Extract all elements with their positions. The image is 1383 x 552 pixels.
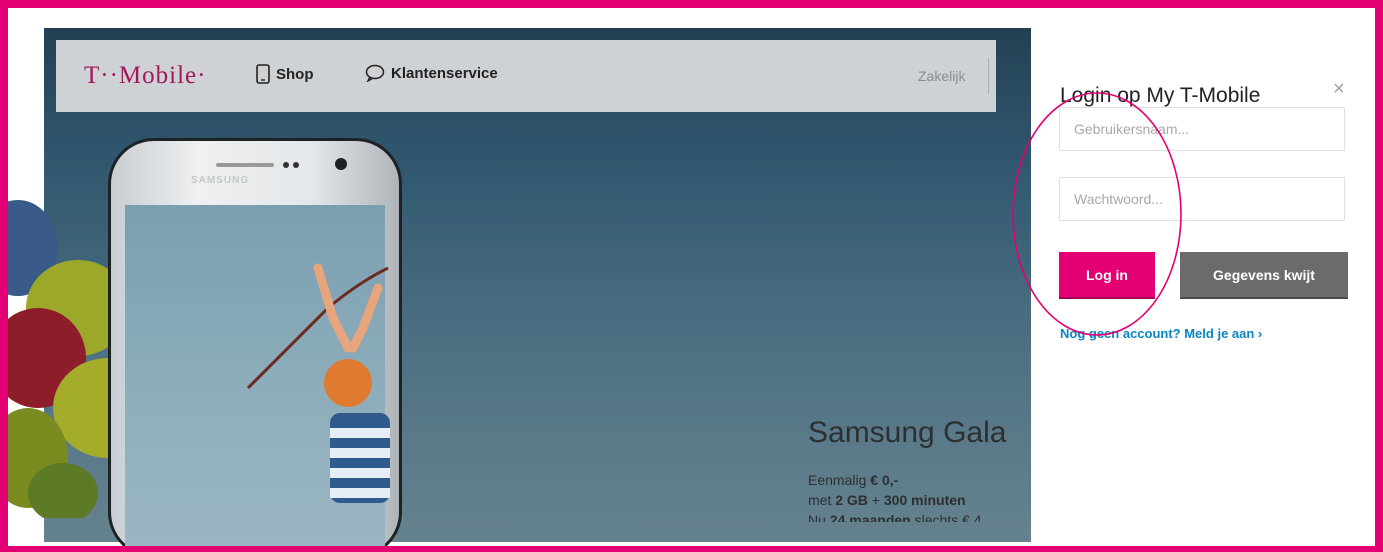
tmobile-logo[interactable]: T··Mobile· xyxy=(84,62,206,90)
phone-brand: SAMSUNG xyxy=(191,175,250,186)
login-button[interactable]: Log in xyxy=(1059,252,1155,297)
promo-line-bundle: met 2 GB + 300 minuten xyxy=(808,492,966,508)
nav-zakelijk[interactable]: Zakelijk xyxy=(918,68,965,84)
nav-klantenservice-label: Klantenservice xyxy=(391,64,498,82)
top-navbar: T··Mobile· Shop Klantenservice Zakelijk xyxy=(56,40,996,112)
signup-link[interactable]: Nog geen account? Meld je aan › xyxy=(1060,326,1262,341)
phone-icon xyxy=(256,64,270,84)
forgot-credentials-button[interactable]: Gegevens kwijt xyxy=(1180,252,1348,297)
screenshot-frame: SAMSUNG Samsung Gala Eenmalig € 0,- met … xyxy=(0,0,1383,552)
close-icon[interactable]: × xyxy=(1333,78,1345,101)
login-title: Login op My T-Mobile xyxy=(1060,84,1261,107)
chat-bubble-icon xyxy=(365,64,385,82)
promo-line-duration: Nu 24 maanden slechts € 4 xyxy=(808,512,982,522)
jumping-kid-image xyxy=(246,263,390,503)
promo-line-price: Eenmalig € 0,- xyxy=(808,472,899,488)
promo-title: Samsung Gala xyxy=(808,416,1007,449)
phone-sensor xyxy=(283,162,289,168)
username-input[interactable] xyxy=(1059,107,1345,151)
phone-sensor xyxy=(293,162,299,168)
nav-shop-label: Shop xyxy=(276,65,314,83)
login-panel: Login op My T-Mobile × Log in Gegevens k… xyxy=(1031,28,1369,542)
phone-camera xyxy=(335,158,347,170)
nav-divider xyxy=(988,58,989,94)
nav-klantenservice[interactable]: Klantenservice xyxy=(365,64,498,82)
nav-shop[interactable]: Shop xyxy=(256,64,314,84)
phone-speaker xyxy=(216,163,274,167)
password-input[interactable] xyxy=(1059,177,1345,221)
